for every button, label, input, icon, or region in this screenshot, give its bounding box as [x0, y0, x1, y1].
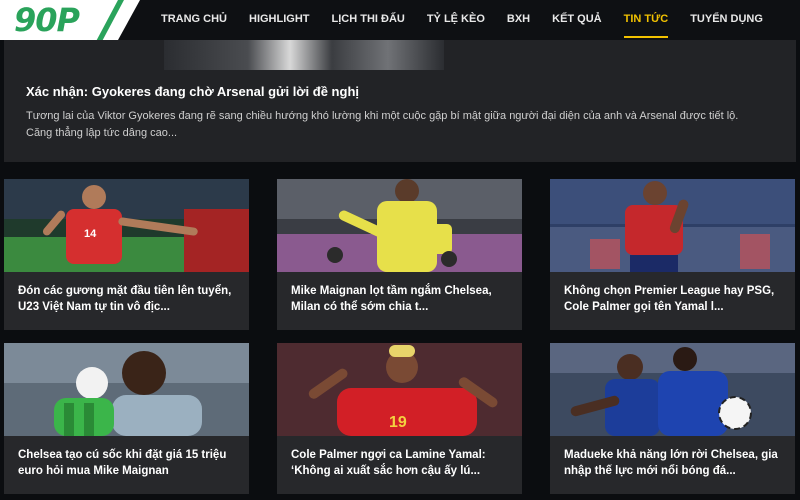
news-card-image[interactable]: 19 [277, 343, 522, 436]
news-card-title[interactable]: Cole Palmer ngợi ca Lamine Yamal: ‘Không… [291, 447, 513, 479]
news-card[interactable]: 19 Cole Palmer ngợi ca Lamine Yamal: ‘Kh… [277, 343, 522, 494]
news-card[interactable]: Chelsea tạo cú sốc khi đặt giá 15 triệu … [4, 343, 249, 494]
news-card[interactable]: Không chọn Premier League hay PSG, Cole … [550, 179, 795, 330]
nav-item-ket-qua[interactable]: KẾT QUẢ [541, 0, 613, 40]
nav-item-trang-chu[interactable]: TRANG CHỦ [150, 0, 238, 40]
nav-item-bxh[interactable]: BXH [496, 0, 541, 40]
nav-item-ty-le-keo[interactable]: TỶ LỆ KÈO [416, 0, 496, 40]
featured-article-excerpt: Tương lai của Viktor Gyokeres đang rẽ sa… [26, 110, 739, 139]
featured-article[interactable]: Xác nhận: Gyokeres đang chờ Arsenal gửi … [4, 40, 796, 162]
news-card-title[interactable]: Mike Maignan lọt tầm ngắm Chelsea, Milan… [291, 283, 513, 315]
news-card-image[interactable] [277, 179, 522, 272]
news-card-image[interactable] [550, 179, 795, 272]
nav-item-tin-tuc[interactable]: TIN TỨC [613, 0, 680, 40]
news-card-title[interactable]: Madueke khả năng lớn rời Chelsea, gia nh… [564, 447, 786, 479]
news-card-image[interactable] [550, 343, 795, 436]
news-card-title[interactable]: Chelsea tạo cú sốc khi đặt giá 15 triệu … [18, 447, 240, 479]
news-card[interactable]: 14 Đón các gương mặt đầu tiên lên tuyển,… [4, 179, 249, 330]
featured-article-title[interactable]: Xác nhận: Gyokeres đang chờ Arsenal gửi … [26, 84, 359, 99]
svg-text:14: 14 [84, 228, 97, 240]
nav-item-tuyen-dung[interactable]: TUYỂN DỤNG [679, 0, 774, 40]
news-card-image[interactable]: 14 [4, 179, 249, 272]
featured-article-image[interactable] [164, 40, 444, 70]
svg-text:19: 19 [389, 414, 407, 431]
site-logo[interactable]: 90P [14, 2, 80, 38]
nav-item-lich-thi-dau[interactable]: LỊCH THI ĐẤU [321, 0, 416, 40]
news-card-title[interactable]: Đón các gương mặt đầu tiên lên tuyển, U2… [18, 283, 240, 315]
news-card[interactable]: Mike Maignan lọt tầm ngắm Chelsea, Milan… [277, 179, 522, 330]
main-nav: TRANG CHỦ HIGHLIGHT LỊCH THI ĐẤU TỶ LỆ K… [150, 0, 774, 40]
nav-item-highlight[interactable]: HIGHLIGHT [238, 0, 321, 40]
news-card[interactable]: Madueke khả năng lớn rời Chelsea, gia nh… [550, 343, 795, 494]
news-card-title[interactable]: Không chọn Premier League hay PSG, Cole … [564, 283, 786, 315]
site-header: 90P TRANG CHỦ HIGHLIGHT LỊCH THI ĐẤU TỶ … [0, 0, 800, 44]
news-card-image[interactable] [4, 343, 249, 436]
